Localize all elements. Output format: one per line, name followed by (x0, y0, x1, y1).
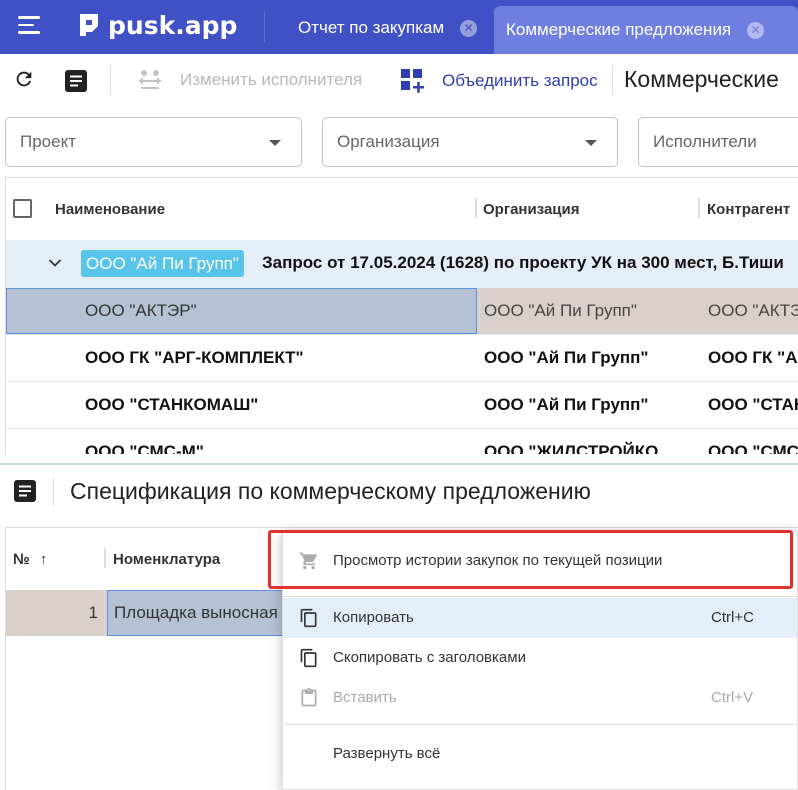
organization-filter-placeholder: Организация (337, 132, 440, 151)
menu-icon[interactable] (18, 16, 40, 36)
column-header-organization[interactable]: Организация (483, 201, 580, 218)
cell-name[interactable]: ООО "АКТЭР" (6, 288, 477, 334)
cell-contractor[interactable]: ООО "АКТЭ (701, 288, 798, 334)
project-filter-placeholder: Проект (20, 132, 76, 151)
logo-icon (80, 14, 98, 36)
menu-item-expand-all[interactable]: Развернуть всё (283, 734, 797, 774)
panel-title-divider (53, 478, 54, 506)
chevron-down-icon (269, 140, 281, 146)
column-resizer[interactable] (698, 198, 700, 218)
document-icon (14, 480, 36, 502)
toolbar-divider (612, 66, 613, 94)
highlight-box (268, 530, 793, 589)
chevron-down-icon[interactable] (48, 258, 62, 268)
cell-contractor[interactable]: ООО ГК "А (708, 335, 798, 381)
merge-request-label: Объединить запрос (442, 71, 598, 90)
toolbar-divider (110, 66, 111, 94)
cell-organization[interactable]: ООО "Ай Пи Групп" (477, 288, 701, 334)
column-header-number[interactable]: № ↑ (13, 551, 47, 568)
column-resizer[interactable] (475, 198, 477, 218)
cell-number[interactable]: 1 (6, 590, 107, 636)
menu-item-copy[interactable]: Копировать Ctrl+C (283, 598, 797, 638)
menu-divider (283, 596, 797, 597)
merge-icon (401, 69, 424, 93)
copy-icon (300, 648, 317, 668)
executors-filter-placeholder: Исполнители (653, 132, 757, 151)
close-icon[interactable]: ✕ (747, 21, 765, 39)
cell-organization[interactable]: ООО "Ай Пи Групп" (484, 335, 701, 381)
toolbar: Изменить исполнителя Объединить запрос К… (0, 54, 798, 106)
group-title: Запрос от 17.05.2024 (1628) по проекту У… (262, 253, 784, 272)
column-header-name[interactable]: Наименование (55, 201, 165, 218)
logo[interactable]: pusk.app (78, 10, 237, 40)
tab-label: Отчет по закупкам (298, 18, 445, 37)
app-header: pusk.app Отчет по закупкам ✕ Коммерчески… (0, 0, 798, 54)
clipboard-icon (301, 688, 317, 707)
cell-organization[interactable]: ООО "ЖИЛСТРОЙКО (484, 429, 674, 454)
cell-name[interactable]: ООО "СТАНКОМАШ" (85, 382, 258, 428)
tab-commercial-offers[interactable]: Коммерческие предложения ✕ (494, 6, 798, 54)
menu-item-label: Копировать (333, 609, 414, 626)
users-swap-icon (139, 70, 161, 89)
menu-item-shortcut: Ctrl+V (711, 689, 754, 706)
spec-title: Спецификация по коммерческому предложени… (70, 478, 591, 504)
menu-divider (283, 724, 797, 725)
logo-text: pusk.app (108, 10, 238, 40)
cell-contractor[interactable]: ООО "СТАН (708, 382, 798, 428)
cell-organization[interactable]: ООО "Ай Пи Групп" (484, 382, 701, 428)
table-row[interactable]: ООО "СМС-М" ООО "ЖИЛСТРОЙКО ООО "СМС (6, 429, 798, 454)
document-icon[interactable] (64, 69, 88, 93)
cell-name[interactable]: ООО ГК "АРГ-КОМПЛЕКТ" (85, 335, 304, 381)
copy-icon (300, 608, 317, 628)
header-divider (264, 12, 265, 42)
menu-item-shortcut: Ctrl+C (711, 609, 754, 626)
cell-contractor[interactable]: ООО "СМС (708, 429, 798, 454)
merge-request-button[interactable]: Объединить запрос (400, 68, 598, 94)
menu-item-label: Развернуть всё (333, 745, 441, 762)
column-resizer[interactable] (104, 548, 106, 568)
table-row[interactable]: ООО "АКТЭР" ООО "Ай Пи Групп" ООО "АКТЭ (6, 288, 798, 335)
chevron-down-icon (585, 140, 597, 146)
panel-splitter[interactable] (0, 463, 798, 465)
sort-arrow-up-icon[interactable]: ↑ (40, 551, 48, 568)
column-header-nomenclature[interactable]: Номенклатура (113, 551, 220, 568)
page-title: Коммерческие (624, 66, 779, 92)
close-icon[interactable]: ✕ (460, 19, 478, 37)
project-filter[interactable]: Проект (5, 117, 302, 167)
refresh-icon[interactable] (13, 68, 35, 90)
organization-filter[interactable]: Организация (322, 117, 618, 167)
change-executor-button[interactable]: Изменить исполнителя (136, 68, 362, 92)
change-executor-label: Изменить исполнителя (180, 70, 363, 89)
menu-item-label: Вставить (333, 689, 397, 706)
offers-grid: Наименование Организация Контрагент ООО … (5, 177, 798, 454)
cell-nomenclature[interactable]: Площадка выносная (107, 590, 287, 636)
group-organization-badge: ООО "Ай Пи Групп" (81, 250, 244, 277)
tab-purchase-report[interactable]: Отчет по закупкам ✕ (298, 6, 478, 50)
cell-name[interactable]: ООО "СМС-М" (85, 429, 204, 454)
group-row[interactable]: ООО "Ай Пи Групп" Запрос от 17.05.2024 (… (6, 240, 798, 288)
grid-header: Наименование Организация Контрагент (6, 178, 798, 240)
column-header-number-label: № (13, 551, 30, 568)
table-row[interactable]: ООО "СТАНКОМАШ" ООО "Ай Пи Групп" ООО "С… (6, 382, 798, 429)
menu-item-paste[interactable]: Вставить Ctrl+V (283, 678, 797, 718)
executors-filter[interactable]: Исполнители (638, 117, 798, 167)
menu-item-copy-with-headers[interactable]: Скопировать с заголовками (283, 638, 797, 678)
menu-item-label: Скопировать с заголовками (333, 649, 526, 666)
select-all-checkbox[interactable] (13, 199, 32, 218)
tab-label: Коммерческие предложения (506, 20, 732, 39)
column-header-contractor[interactable]: Контрагент (707, 201, 790, 218)
table-row[interactable]: ООО ГК "АРГ-КОМПЛЕКТ" ООО "Ай Пи Групп" … (6, 335, 798, 382)
